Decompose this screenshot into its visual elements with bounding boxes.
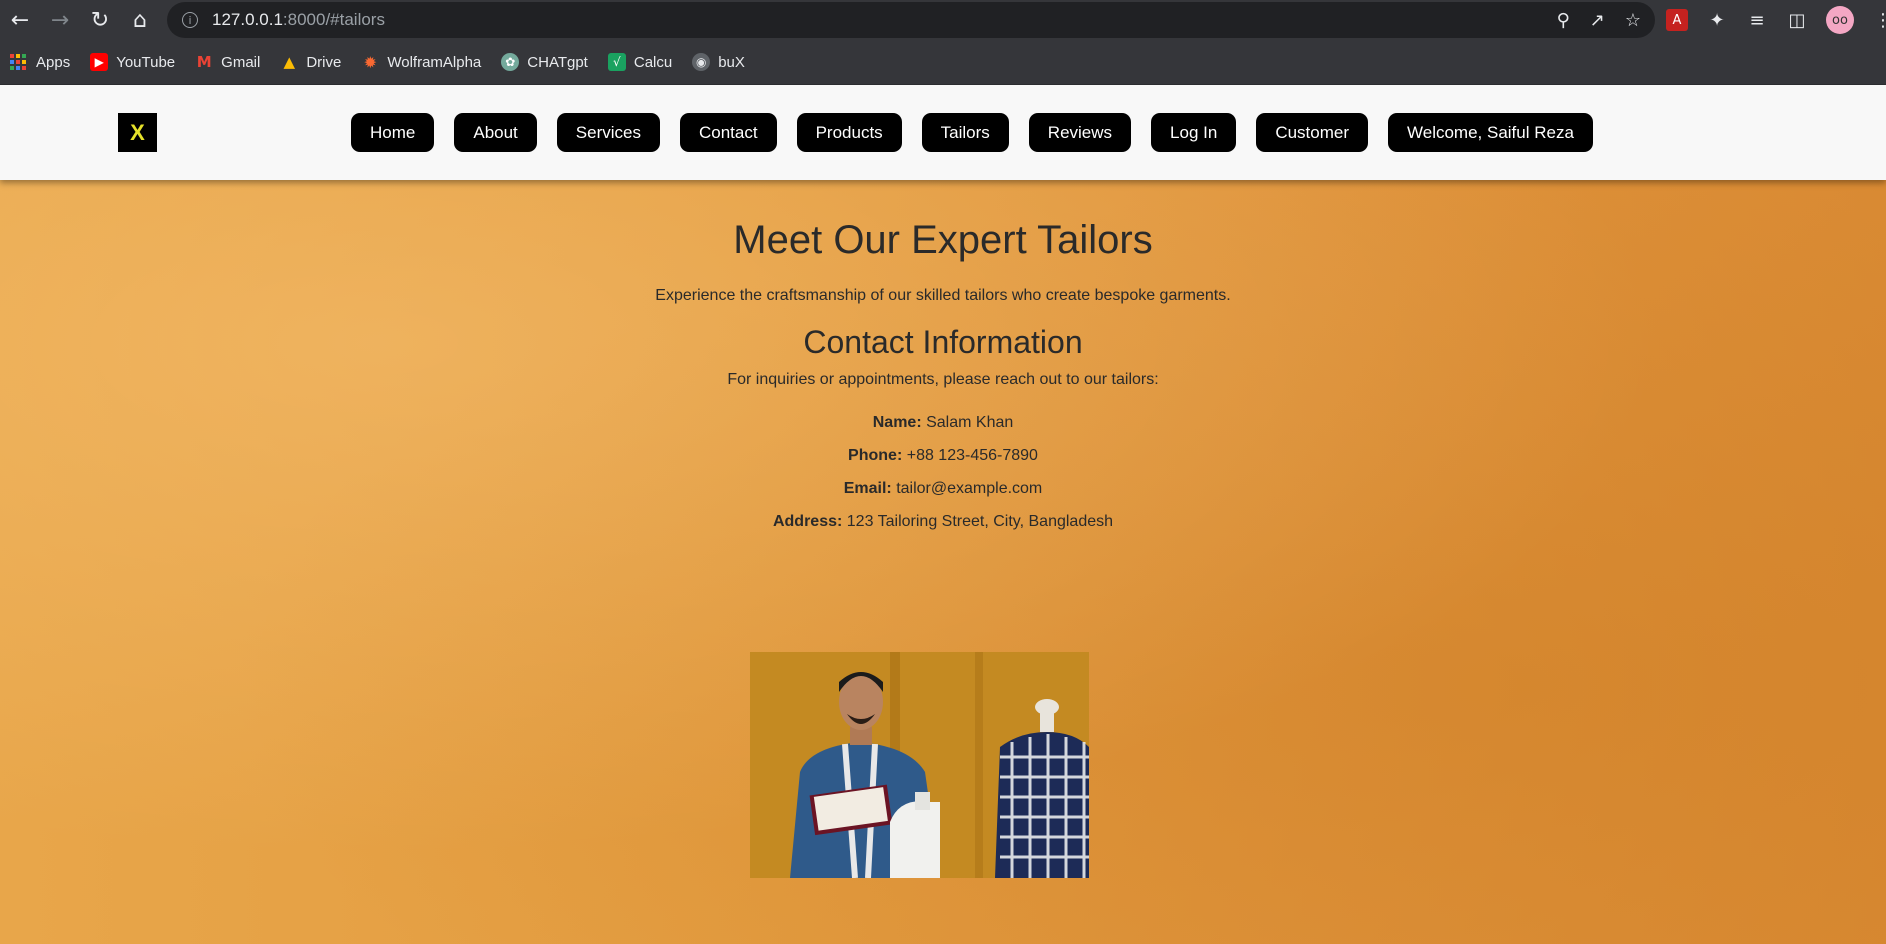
nav-about-button[interactable]: About [454,113,537,152]
site-header: X Home About Services Contact Products T… [0,85,1886,180]
contact-heading: Contact Information [803,324,1083,360]
nav-home-button[interactable]: Home [351,113,435,152]
bookmark-label: Apps [36,53,71,71]
youtube-icon: ▶ [90,53,109,71]
pdf-extension-icon[interactable]: A [1666,9,1688,31]
name-value: Salam Khan [926,414,1014,431]
nav-customer-button[interactable]: Customer [1256,113,1368,152]
nav-contact-button[interactable]: Contact [679,113,777,152]
gmail-icon: M [196,53,212,71]
bookmark-wolframalpha[interactable]: ✹ WolframAlpha [361,52,482,72]
home-icon[interactable]: ⌂ [120,0,160,40]
url-path: :8000/#tailors [282,10,385,29]
main-nav: Home About Services Contact Products Tai… [351,113,1593,152]
contact-intro: For inquiries or appointments, please re… [727,371,1159,388]
share-icon[interactable]: ↗ [1590,10,1605,31]
extensions-puzzle-icon[interactable]: ✦ [1706,9,1728,31]
bookmark-drive[interactable]: ▲ Drive [280,53,342,71]
chatgpt-icon: ✿ [501,53,520,71]
contact-name-row: Name: Salam Khan [0,414,1886,432]
nav-reviews-button[interactable]: Reviews [1028,113,1132,152]
page-viewport: X Home About Services Contact Products T… [0,85,1886,944]
contact-address-row: Address: 123 Tailoring Street, City, Ban… [0,513,1886,531]
address-label: Address: [772,513,843,530]
phone-value: +88 123-456-7890 [906,447,1038,464]
page-subtitle: Experience the craftsmanship of our skil… [655,287,1231,304]
tailor-photo [750,652,1089,878]
bookmark-calcu[interactable]: √ Calcu [607,53,673,71]
url-text[interactable]: 127.0.0.1:8000/#tailors [212,10,385,30]
nav-login-button[interactable]: Log In [1151,113,1237,152]
bookmarks-bar: Apps ▶ YouTube M Gmail ▲ Drive ✹ Wolfram… [0,40,1886,85]
back-arrow-icon[interactable]: ← [0,0,40,40]
site-logo[interactable]: X [118,113,157,152]
bookmark-label: buX [718,53,745,71]
contact-phone-row: Phone: +88 123-456-7890 [0,447,1886,465]
bookmark-star-icon[interactable]: ☆ [1625,10,1641,31]
contact-email-row: Email: tailor@example.com [0,480,1886,498]
browser-toolbar: ← → ↻ ⌂ i 127.0.0.1:8000/#tailors ⚲ ↗ ☆ … [0,0,1886,40]
media-playlist-icon[interactable]: ≡ [1746,9,1768,31]
tailor-illustration [750,652,1089,878]
bookmark-label: Drive [306,53,342,71]
nav-products-button[interactable]: Products [796,113,902,152]
drive-icon: ▲ [283,53,296,71]
calculator-icon: √ [607,53,626,71]
wolframalpha-icon: ✹ [363,52,378,72]
address-value: 123 Tailoring Street, City, Bangladesh [846,513,1114,530]
apps-grid-icon [10,54,26,70]
side-panel-icon[interactable]: ◫ [1786,9,1808,31]
name-label: Name: [872,414,922,431]
bux-icon: ◉ [692,53,711,71]
phone-label: Phone: [848,447,903,464]
bookmark-gmail[interactable]: M Gmail [195,53,261,71]
url-host: 127.0.0.1 [212,10,283,29]
bookmark-chatgpt[interactable]: ✿ CHATgpt [501,53,588,71]
reload-icon[interactable]: ↻ [80,0,120,40]
bookmark-label: YouTube [116,53,176,71]
bookmark-label: Gmail [221,53,261,71]
address-bar[interactable]: i 127.0.0.1:8000/#tailors ⚲ ↗ ☆ [167,2,1655,38]
nav-services-button[interactable]: Services [556,113,660,152]
forward-arrow-icon[interactable]: → [40,0,80,40]
email-value: tailor@example.com [896,480,1043,497]
bookmark-apps[interactable]: Apps [10,54,70,71]
nav-tailors-button[interactable]: Tailors [921,113,1009,152]
page-title: Meet Our Expert Tailors [733,218,1153,262]
nav-welcome-user-button[interactable]: Welcome, Saiful Reza [1388,113,1593,152]
menu-kebab-icon[interactable]: ⋮ [1872,9,1886,31]
zoom-icon[interactable]: ⚲ [1557,10,1570,31]
bookmark-label: Calcu [633,53,673,71]
bookmark-youtube[interactable]: ▶ YouTube [90,53,175,71]
site-info-icon[interactable]: i [182,12,198,28]
logo-glyph: X [130,119,145,145]
bookmark-bux[interactable]: ◉ buX [692,53,745,71]
bookmark-label: WolframAlpha [387,53,482,71]
profile-avatar[interactable]: oo [1826,6,1854,34]
bookmark-label: CHATgpt [527,53,588,71]
email-label: Email: [843,480,892,497]
